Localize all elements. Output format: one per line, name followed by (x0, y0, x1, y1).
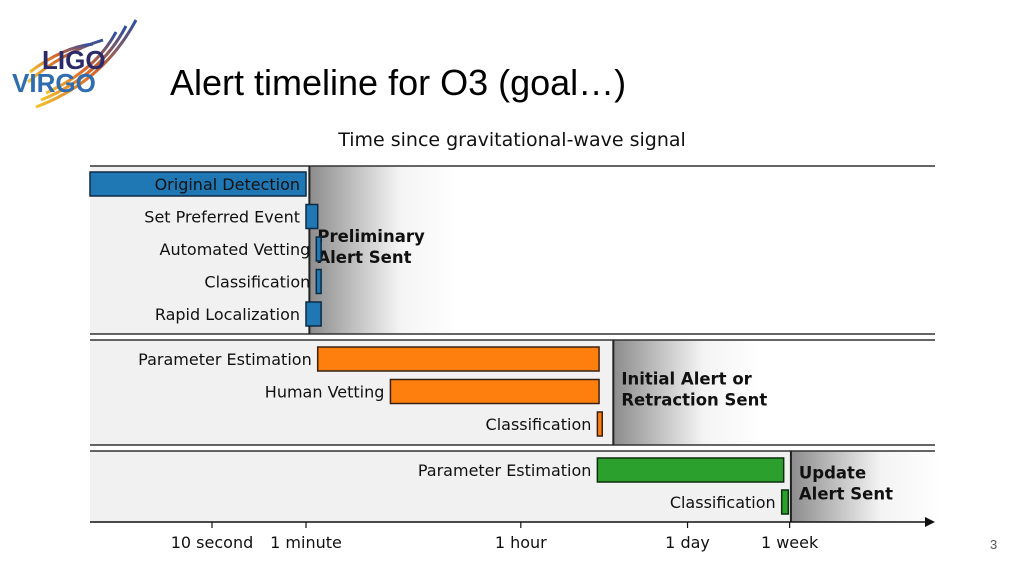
alert-label: Update (799, 464, 866, 483)
task-label: Classification (486, 415, 592, 434)
task-bar (315, 236, 322, 262)
stage-initial: Initial Alert or Retraction Sent Parameter… (90, 339, 935, 446)
x-tick-label: 1 hour (495, 533, 547, 552)
x-tick-label: 1 week (761, 533, 819, 552)
stage-update: Update Alert Sent Parameter Estimation Clas… (90, 450, 941, 522)
alert-label: Retraction Sent (621, 391, 767, 410)
x-tick-label: 10 second (171, 533, 254, 552)
task-label: Parameter Estimation (418, 461, 592, 480)
task-bar (780, 489, 790, 515)
alert-label: Alert Sent (799, 485, 893, 504)
task-label: Automated Vetting (160, 240, 311, 259)
task-bar (596, 411, 603, 437)
task-bar (596, 457, 785, 483)
task-bar (305, 301, 322, 327)
task-label: Rapid Localization (155, 305, 300, 324)
alert-label: Initial Alert or (621, 370, 752, 389)
task-label: Classification (204, 273, 310, 292)
task-bar (389, 378, 600, 405)
task-label: Set Preferred Event (144, 208, 300, 227)
chart-title: Time since gravitational-wave signal (337, 129, 686, 151)
stage-preliminary: Preliminary Alert Sent Original Detection S… (89, 165, 935, 335)
task-label: Parameter Estimation (138, 350, 312, 369)
x-tick-label: 1 day (665, 533, 710, 552)
alert-label: Preliminary (317, 227, 425, 246)
task-label: Original Detection (155, 175, 300, 194)
task-bar (316, 346, 600, 372)
task-label: Classification (670, 493, 776, 512)
task-bar (305, 203, 319, 230)
alert-timeline-chart: Time since gravitational-wave signal Pre… (89, 129, 941, 552)
task-label: Human Vetting (265, 383, 385, 402)
task-bar (315, 268, 322, 295)
x-tick-label: 1 minute (270, 533, 342, 552)
alert-label: Alert Sent (317, 248, 411, 267)
